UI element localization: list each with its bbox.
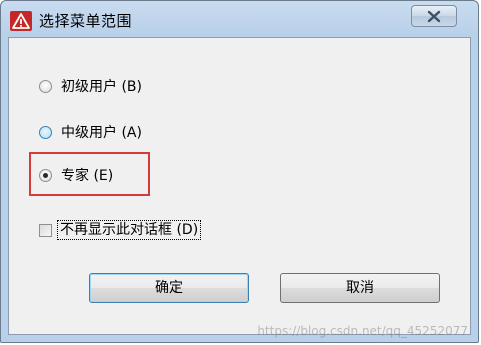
option-beginner-label: 初级用户 (B) <box>61 79 142 95</box>
watermark: https://blog.csdn.net/qq_45252077 <box>257 324 468 338</box>
ok-button[interactable]: 确定 <box>89 273 249 303</box>
dialog-body: 初级用户 (B) 中级用户 (A) 专家 (E) 不再显示此对话框 (D) 确定… <box>8 37 471 335</box>
dont-show-again-label: 不再显示此对话框 (D) <box>57 220 202 240</box>
warning-triangle-icon <box>10 11 32 31</box>
cancel-button[interactable]: 取消 <box>280 273 440 303</box>
option-intermediate[interactable]: 中级用户 (A) <box>39 122 142 142</box>
dont-show-again-checkbox[interactable] <box>39 223 52 237</box>
radio-intermediate[interactable] <box>39 125 52 139</box>
close-button[interactable] <box>411 5 457 27</box>
option-intermediate-label: 中级用户 (A) <box>61 125 142 141</box>
close-icon <box>427 10 441 23</box>
dont-show-again-option[interactable]: 不再显示此对话框 (D) <box>39 220 202 240</box>
option-beginner[interactable]: 初级用户 (B) <box>39 76 142 96</box>
window-title: 选择菜单范围 <box>39 12 133 30</box>
annotation-highlight-box <box>29 152 150 196</box>
dialog-window: 选择菜单范围 初级用户 (B) 中级用户 (A) 专家 (E) 不再显示此对话框… <box>0 0 479 343</box>
radio-beginner[interactable] <box>39 79 52 93</box>
title-bar: 选择菜单范围 <box>1 1 478 37</box>
